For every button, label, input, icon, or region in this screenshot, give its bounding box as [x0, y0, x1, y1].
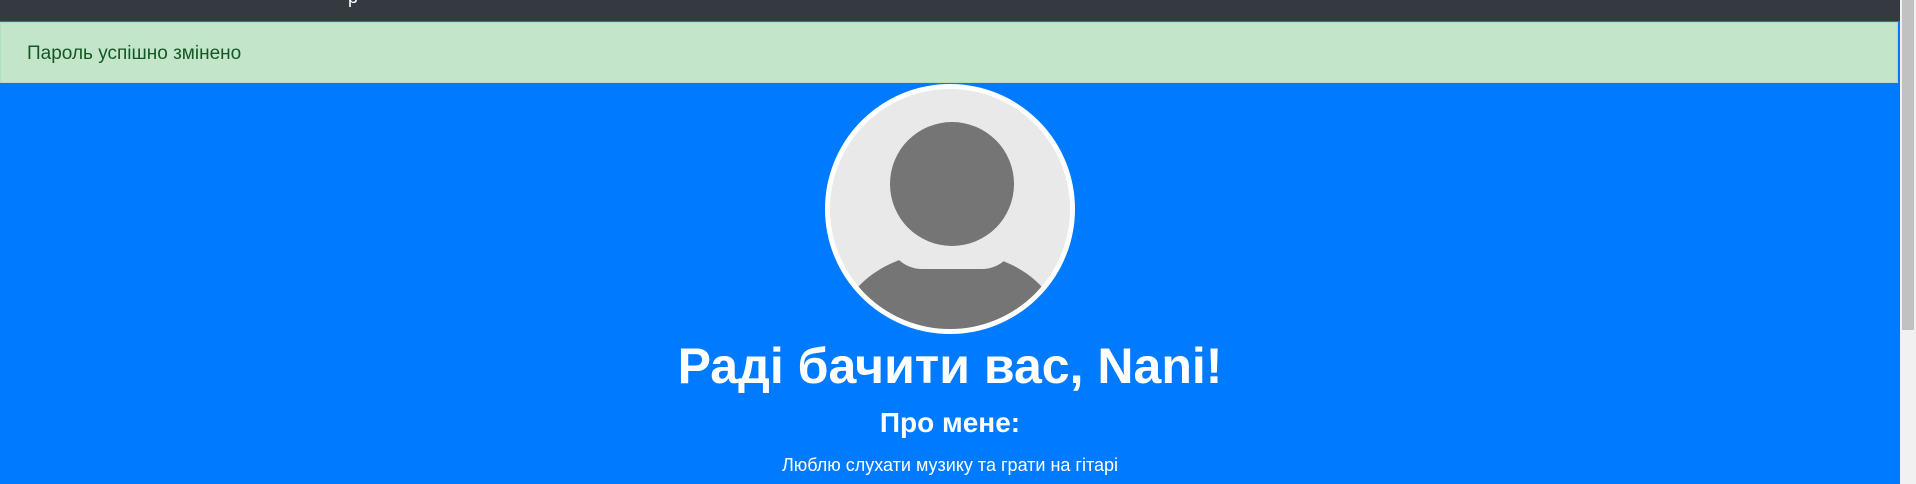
navbar-link-fragment[interactable]: p: [348, 0, 358, 6]
success-alert: Пароль успішно змінено: [0, 22, 1898, 83]
top-navbar: p: [0, 0, 1900, 21]
alert-message: Пароль успішно змінено: [27, 43, 242, 64]
about-text: Люблю слухати музику та грати на гітарі: [781, 455, 1119, 475]
vertical-scrollbar[interactable]: [1900, 0, 1916, 484]
avatar-head: [890, 122, 1014, 246]
page: p Пароль успішно змінено Раді бачити вас…: [0, 0, 1916, 484]
about-heading: Про мене:: [879, 407, 1021, 438]
greeting-title: Раді бачити вас, Nani!: [677, 338, 1223, 394]
scrollbar-thumb[interactable]: [1902, 0, 1914, 330]
user-avatar-icon: [825, 84, 1075, 334]
profile-hero: Раді бачити вас, Nani! Про мене: Люблю с…: [0, 84, 1900, 484]
